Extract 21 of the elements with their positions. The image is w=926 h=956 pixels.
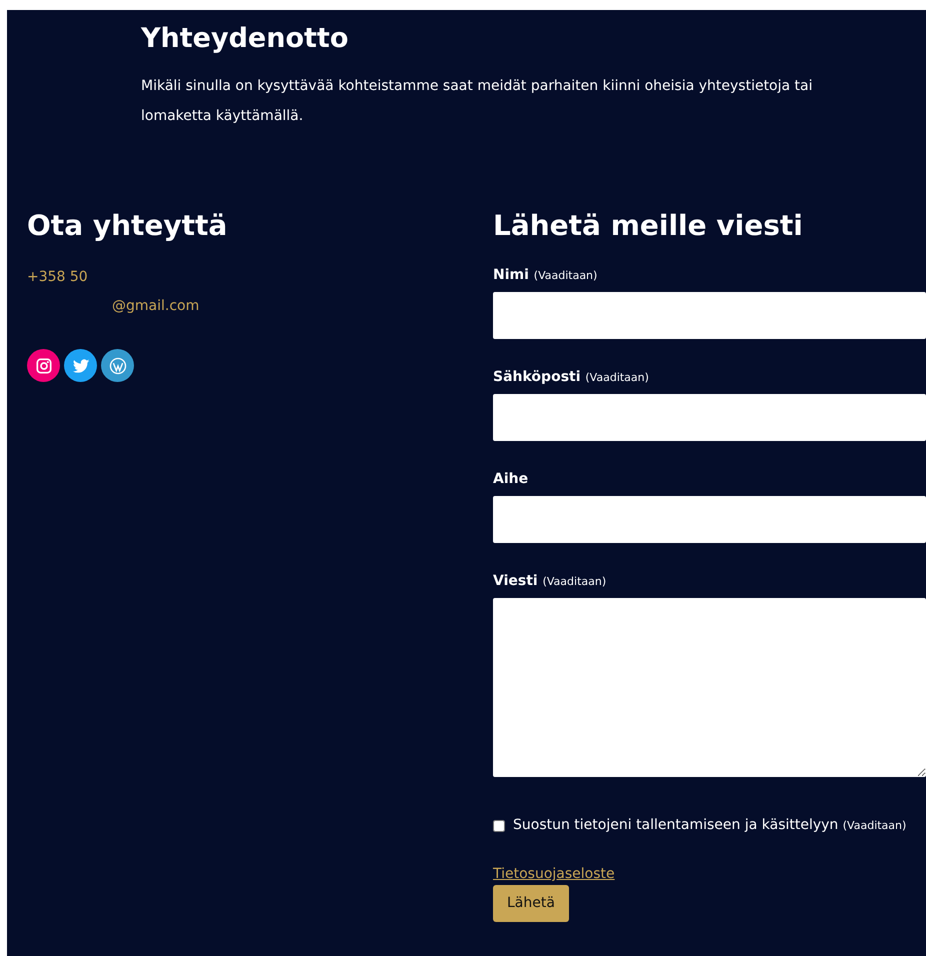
field-label: Viesti (Vaaditaan): [493, 572, 608, 591]
phone-number: +358 50: [27, 268, 89, 287]
consent-checkbox[interactable]: [493, 820, 505, 832]
section-title: Ota yhteyttä: [27, 209, 228, 243]
form-title: Lähetä meille viesti: [493, 209, 804, 243]
page-title: Yhteydenotto: [140, 22, 350, 56]
submit-button[interactable]: Lähetä: [493, 885, 569, 922]
camera-icon[interactable]: [27, 349, 60, 382]
email-address: @gmail.com: [112, 297, 200, 316]
message-field[interactable]: [493, 598, 926, 777]
wordpress-icon[interactable]: [101, 349, 134, 382]
input-field[interactable]: [493, 394, 926, 441]
input-field[interactable]: [493, 496, 926, 543]
field-label: Sähköposti (Vaaditaan): [493, 368, 650, 387]
intro-paragraph: Mikäli sinulla on kysyttävää kohteistamme saat meidät parhaiten kiinni oheisia yhteystietoja tai lomaketta käyttämällä.: [141, 77, 814, 126]
field-label: Aihe: [493, 470, 530, 489]
input-field[interactable]: [493, 292, 926, 339]
privacy-link[interactable]: Tietosuojaseloste: [493, 864, 615, 885]
bird-icon[interactable]: [64, 349, 97, 382]
consent-label: Suostun tietojeni tallentamiseen ja käsittelyyn (Vaaditaan): [513, 816, 906, 835]
field-label: Nimi (Vaaditaan): [493, 266, 598, 285]
